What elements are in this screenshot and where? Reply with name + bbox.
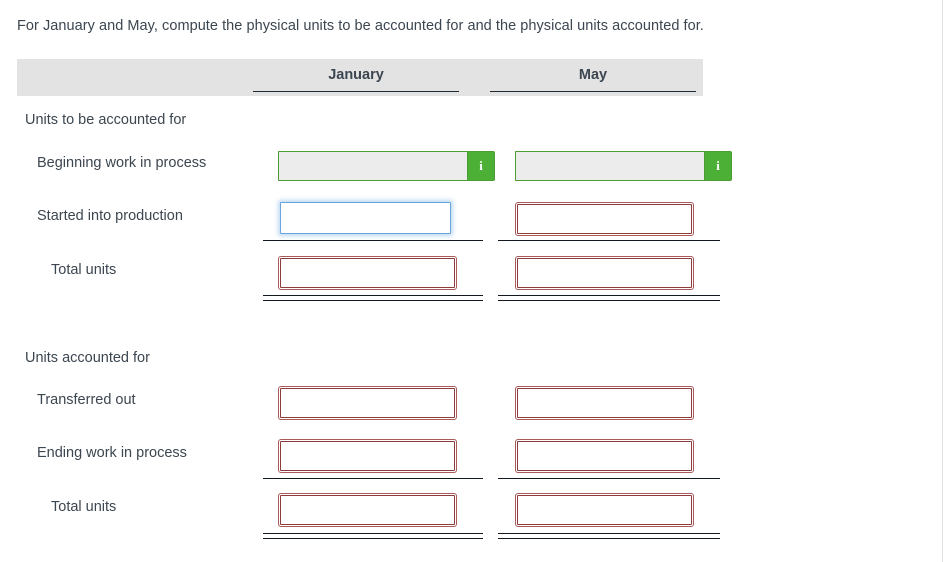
column-header-may: May — [490, 59, 696, 96]
cell-total-units-may-1 — [515, 256, 694, 290]
column-header-january-label: January — [328, 67, 384, 83]
grand-total-rule-january-1 — [263, 295, 483, 301]
section-heading-label-2: Units accounted for — [25, 350, 150, 366]
started-into-production-may-input[interactable] — [515, 202, 694, 236]
column-header-may-rule — [490, 91, 696, 92]
locked-field-group-january: i — [278, 151, 495, 181]
physical-units-worksheet: January May Units to be accounted for Be… — [17, 59, 732, 539]
row-label-total-units-2: Total units — [51, 499, 117, 515]
row-label-total-units-1: Total units — [51, 262, 117, 278]
column-header-january: January — [253, 59, 459, 96]
cell-total-units-january-2 — [278, 493, 457, 527]
column-header-january-rule — [253, 91, 459, 92]
subtotal-rule-january-2 — [263, 478, 483, 479]
row-total-units-section-1: Total units — [17, 256, 703, 290]
total-units-may-input-2[interactable] — [515, 493, 694, 527]
total-units-january-input-1[interactable] — [278, 256, 457, 290]
cell-started-into-production-may — [515, 202, 694, 236]
ending-wip-january-input[interactable] — [278, 439, 457, 473]
cell-transferred-out-may — [515, 386, 694, 420]
cell-total-units-may-2 — [515, 493, 694, 527]
started-into-production-january-input[interactable] — [280, 202, 451, 234]
info-icon-beginning-wip-january[interactable]: i — [467, 151, 495, 181]
subtotal-rule-may-1 — [498, 240, 720, 241]
cell-beginning-wip-january: i — [278, 151, 495, 181]
cell-started-into-production-january — [280, 202, 455, 234]
question-prompt: For January and May, compute the physica… — [17, 18, 704, 34]
section-heading-units-to-be-accounted-for: Units to be accounted for — [17, 108, 703, 132]
transferred-out-may-input[interactable] — [515, 386, 694, 420]
total-units-january-input-2[interactable] — [278, 493, 457, 527]
cell-beginning-wip-may: i — [515, 151, 732, 181]
row-ending-work-in-process: Ending work in process — [17, 439, 703, 473]
cell-total-units-january-1 — [278, 256, 457, 290]
grand-total-rule-may-1 — [498, 295, 720, 301]
table-header-band: January May — [17, 59, 703, 96]
row-label-transferred-out: Transferred out — [37, 392, 136, 408]
row-transferred-out: Transferred out — [17, 386, 703, 420]
section-heading-label: Units to be accounted for — [25, 112, 187, 128]
transferred-out-january-input[interactable] — [278, 386, 457, 420]
grand-total-rule-january-2 — [263, 533, 483, 539]
subtotal-rule-may-2 — [498, 478, 720, 479]
ending-wip-may-input[interactable] — [515, 439, 694, 473]
beginning-wip-may-input[interactable] — [515, 151, 704, 181]
row-started-into-production: Started into production — [17, 202, 703, 236]
info-icon-beginning-wip-may[interactable]: i — [704, 151, 732, 181]
beginning-wip-january-input[interactable] — [278, 151, 467, 181]
page-right-divider — [942, 0, 943, 562]
total-units-may-input-1[interactable] — [515, 256, 694, 290]
subtotal-rule-january-1 — [263, 240, 483, 241]
column-header-may-label: May — [578, 67, 608, 83]
cell-ending-wip-may — [515, 439, 694, 473]
grand-total-rule-may-2 — [498, 533, 720, 539]
cell-ending-wip-january — [278, 439, 457, 473]
row-total-units-section-2: Total units — [17, 493, 703, 527]
row-label-started-into-production: Started into production — [37, 208, 183, 224]
row-beginning-work-in-process: Beginning work in process i i — [17, 151, 732, 181]
section-heading-units-accounted-for: Units accounted for — [17, 346, 703, 370]
locked-field-group-may: i — [515, 151, 732, 181]
cell-transferred-out-january — [278, 386, 457, 420]
row-label-ending-work-in-process: Ending work in process — [37, 445, 187, 461]
row-label-beginning-work-in-process: Beginning work in process — [37, 155, 207, 171]
